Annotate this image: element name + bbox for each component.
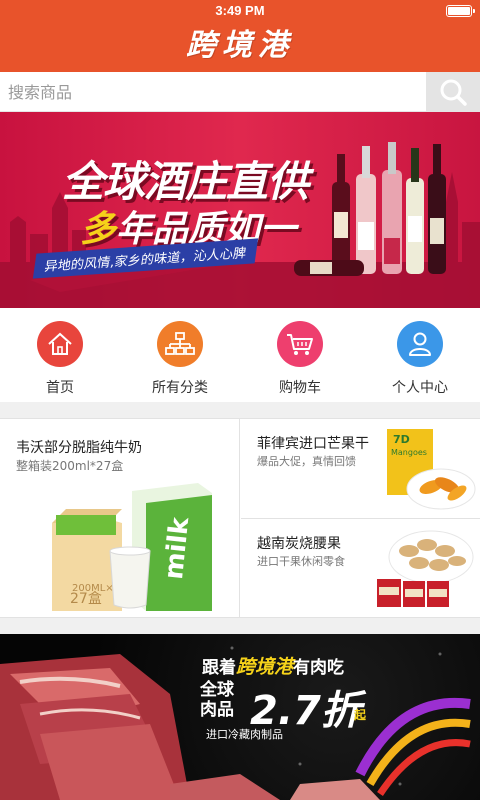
milk-box-count: 27盒 [70, 590, 102, 607]
nav-item-categories[interactable]: 所有分类 [120, 308, 240, 402]
nav-label-home: 首页 [46, 380, 74, 396]
mango-product-image: 7D Mangoes [387, 429, 476, 510]
product-subtitle-cashew: 进口干果休闲零食 [257, 555, 345, 568]
nav-label-profile: 个人中心 [392, 380, 448, 396]
featured-products: 韦沃部分脱脂纯牛奶 整箱装200ml*27盒 200ML× 27盒 milk 菲… [0, 418, 480, 618]
search-bar [0, 72, 480, 112]
product-title-milk: 韦沃部分脱脂纯牛奶 [16, 440, 142, 456]
cart-icon [287, 334, 313, 355]
meat-banner-category: 全球 肉品 [200, 680, 234, 720]
mango-pack-brand: 7D [393, 433, 410, 446]
meat-banner-headline: 跟着跨境港有肉吃 [202, 652, 344, 679]
app-header: 3:49 PM 跨境港 [0, 0, 480, 72]
product-title-mango: 菲律宾进口芒果干 [257, 436, 369, 452]
meat-banner-headline-post: 有肉吃 [293, 658, 345, 678]
status-bar: 3:49 PM [0, 0, 480, 22]
cashew-product-image [377, 530, 474, 607]
product-card-milk[interactable]: 韦沃部分脱脂纯牛奶 整箱装200ml*27盒 200ML× 27盒 milk [0, 419, 240, 617]
wine-bottles-image [294, 142, 446, 276]
product-card-mango[interactable]: 菲律宾进口芒果干 爆品大促，真情回馈 7D Mangoes [241, 419, 480, 519]
meat-banner-tagline: 进口冷藏肉制品 [206, 728, 283, 741]
search-button[interactable] [426, 72, 480, 112]
home-circle [37, 321, 83, 367]
milk-product-image: 200ML× 27盒 milk [52, 483, 212, 611]
product-card-cashew[interactable]: 越南炭烧腰果 进口干果休闲零食 [241, 519, 480, 617]
mango-pack-name: Mangoes [391, 448, 427, 457]
category-circle [157, 321, 203, 367]
search-icon [440, 79, 467, 106]
meat-banner-headline-pre: 跟着 [202, 658, 236, 678]
meat-promo-banner[interactable]: 跟着跨境港有肉吃 全球 肉品 2.7折 起 进口冷藏肉制品 [0, 634, 480, 800]
product-title-cashew: 越南炭烧腰果 [257, 536, 341, 552]
home-icon [48, 332, 72, 355]
product-subtitle-mango: 爆品大促，真情回馈 [257, 455, 356, 468]
battery-icon [446, 5, 475, 17]
nav-item-profile[interactable]: 个人中心 [360, 308, 480, 402]
product-subtitle-milk: 整箱装200ml*27盒 [16, 459, 124, 473]
nav-item-cart[interactable]: 购物车 [240, 308, 360, 402]
nav-label-categories: 所有分类 [152, 380, 208, 396]
category-icon [165, 332, 195, 355]
meat-banner-from: 起 [354, 708, 367, 722]
meat-banner-brand: 跨境港 [236, 656, 294, 678]
main-nav: 首页 所有分类 购物车 个人中心 [0, 308, 480, 402]
banner-subheadline-highlight: 多 [80, 209, 117, 250]
meat-banner-category-text: 全球 肉品 [200, 680, 234, 720]
search-input[interactable] [2, 75, 422, 109]
status-time: 3:49 PM [215, 3, 265, 18]
wine-promo-banner[interactable]: 全球酒庄直供 多年品质如一 异地的风情,家乡的味道，沁人心脾 [0, 112, 480, 308]
nav-label-cart: 购物车 [279, 380, 321, 396]
nav-item-home[interactable]: 首页 [0, 308, 120, 402]
user-circle [397, 321, 443, 367]
app-title: 跨境港 [186, 28, 294, 63]
cart-circle [277, 321, 323, 367]
user-icon [409, 332, 431, 356]
